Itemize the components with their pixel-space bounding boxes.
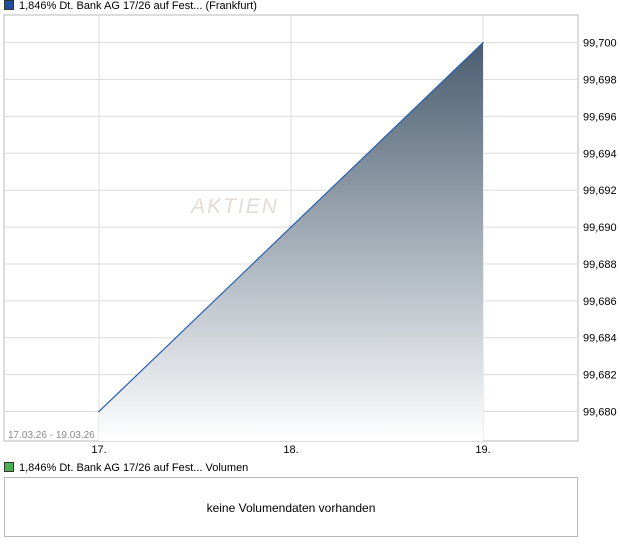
y-tick-label: 99,692 bbox=[583, 185, 617, 197]
y-axis-ticks: 99,680 99,682 99,684 99,686 99,688 99,690 99,6… bbox=[583, 38, 617, 419]
y-tick-label: 99,700 bbox=[583, 38, 617, 50]
volume-series-swatch bbox=[4, 462, 14, 472]
x-axis-ticks: 17. 18. 19. bbox=[91, 444, 490, 456]
x-tick-label: 19. bbox=[475, 444, 490, 456]
data-point bbox=[290, 226, 292, 228]
y-tick-label: 99,690 bbox=[583, 222, 617, 234]
price-chart: AKTIEN 99,68099,68299,68499,68699,68899,… bbox=[3, 14, 617, 456]
y-tick-label: 99,688 bbox=[583, 259, 617, 271]
x-tick-label: 17. bbox=[91, 444, 106, 456]
y-tick-label: 99,698 bbox=[583, 75, 617, 87]
no-volume-message: keine Volumendaten vorhanden bbox=[206, 501, 376, 515]
y-tick-label: 99,686 bbox=[583, 296, 617, 308]
data-point bbox=[98, 410, 100, 413]
date-range-label: 17.03.26 - 19.03.26 bbox=[8, 430, 95, 441]
y-tick-label: 99,694 bbox=[583, 148, 617, 160]
x-tick-label: 18. bbox=[283, 444, 298, 456]
volume-series-label: 1,846% Dt. Bank AG 17/26 auf Fest... Vol… bbox=[19, 462, 249, 474]
volume-panel: keine Volumendaten vorhanden bbox=[4, 477, 578, 537]
y-tick-label: 99,684 bbox=[583, 333, 617, 345]
data-point bbox=[482, 41, 484, 44]
y-tick-label: 99,680 bbox=[583, 406, 617, 418]
y-tick-label: 99,682 bbox=[583, 370, 617, 382]
y-tick-label: 99,696 bbox=[583, 111, 617, 123]
volume-legend: 1,846% Dt. Bank AG 17/26 auf Fest... Vol… bbox=[4, 462, 248, 476]
watermark: AKTIEN bbox=[189, 195, 279, 218]
